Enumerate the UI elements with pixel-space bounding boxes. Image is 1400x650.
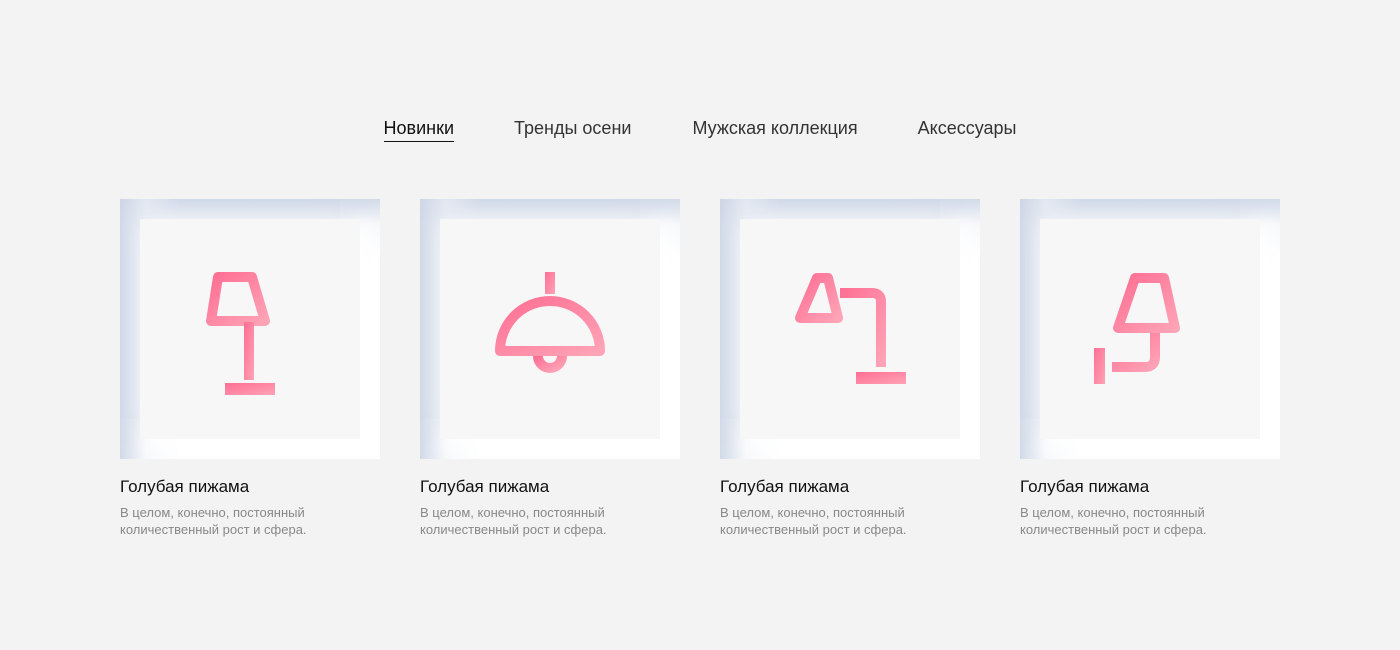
table-lamp-icon	[206, 272, 275, 395]
product-card[interactable]: Голубая пижама В целом, конечно, постоян…	[420, 199, 680, 538]
product-card[interactable]: Голубая пижама В целом, конечно, постоян…	[720, 199, 980, 538]
product-title[interactable]: Голубая пижама	[1020, 476, 1280, 498]
product-card[interactable]: Голубая пижама В целом, конечно, постоян…	[1020, 199, 1280, 538]
product-grid: Голубая пижама В целом, конечно, постоян…	[120, 199, 1280, 538]
product-thumbnail[interactable]	[120, 199, 380, 459]
tab-trends-autumn[interactable]: Тренды осени	[514, 116, 631, 142]
product-description: В целом, конечно, постоянный количествен…	[420, 505, 607, 537]
pendant-lamp-icon	[495, 272, 605, 373]
category-tabs: Новинки Тренды осени Мужская коллекция А…	[0, 116, 1400, 142]
wall-lamp-icon	[1094, 273, 1180, 384]
page: Новинки Тренды осени Мужская коллекция А…	[0, 0, 1400, 650]
product-title[interactable]: Голубая пижама	[720, 476, 980, 498]
tab-mens-collection[interactable]: Мужская коллекция	[692, 116, 857, 142]
product-thumbnail[interactable]	[1020, 199, 1280, 459]
product-title[interactable]: Голубая пижама	[120, 476, 380, 498]
desk-lamp-icon	[795, 273, 906, 384]
tab-novinki[interactable]: Новинки	[383, 116, 455, 142]
product-title[interactable]: Голубая пижама	[420, 476, 680, 498]
product-description: В целом, конечно, постоянный количествен…	[720, 505, 907, 537]
product-card[interactable]: Голубая пижама В целом, конечно, постоян…	[120, 199, 380, 538]
tab-accessories[interactable]: Аксессуары	[918, 116, 1017, 142]
product-description: В целом, конечно, постоянный количествен…	[120, 505, 307, 537]
product-description: В целом, конечно, постоянный количествен…	[1020, 505, 1207, 537]
product-thumbnail[interactable]	[420, 199, 680, 459]
product-thumbnail[interactable]	[720, 199, 980, 459]
